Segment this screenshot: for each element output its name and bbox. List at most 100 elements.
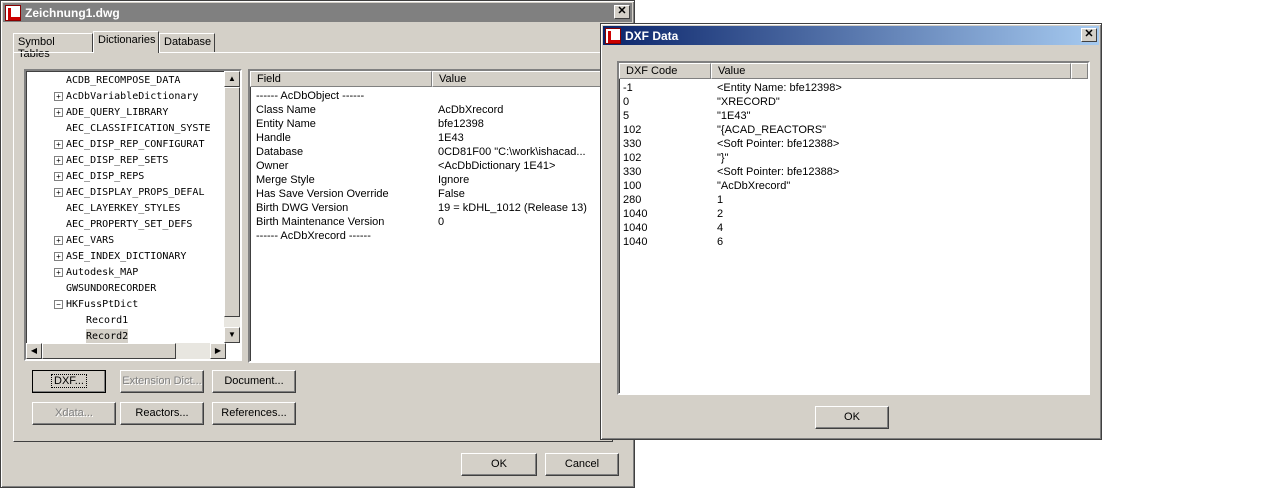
- scroll-left-arrow-icon[interactable]: ◀: [26, 343, 42, 359]
- tree-item[interactable]: AEC_VARS: [66, 233, 114, 249]
- tree-item[interactable]: AEC_DISP_REPS: [66, 169, 144, 185]
- scroll-right-arrow-icon[interactable]: ▶: [210, 343, 226, 359]
- value-cell[interactable]: <AcDbDictionary 1E41>: [438, 159, 555, 173]
- value-cell[interactable]: AcDbXrecord: [438, 103, 503, 117]
- field-column-header[interactable]: Field: [250, 71, 432, 87]
- dictionary-tree[interactable]: ACDB_RECOMPOSE_DATA + AcDbVariableDictiona…: [24, 69, 242, 361]
- dxf-code-cell[interactable]: 330: [623, 165, 641, 179]
- value-cell[interactable]: 0CD81F00 "C:\work\ishacad...: [438, 145, 586, 159]
- dxf-list[interactable]: DXF Code Value -1 <Entity Name: bfe12398>…: [617, 61, 1090, 395]
- dxf-titlebar[interactable]: DXF Data: [603, 26, 1099, 45]
- dxf-code-cell[interactable]: 100: [623, 179, 641, 193]
- dxf-code-cell[interactable]: 102: [623, 123, 641, 137]
- tab-dictionaries[interactable]: Dictionaries: [93, 31, 159, 53]
- expand-icon[interactable]: +: [54, 156, 63, 165]
- dxf-code-cell[interactable]: 330: [623, 137, 641, 151]
- expand-icon[interactable]: +: [54, 140, 63, 149]
- dxf-code-cell[interactable]: 280: [623, 193, 641, 207]
- tree-item[interactable]: Autodesk_MAP: [66, 265, 138, 281]
- reactors-button[interactable]: Reactors...: [120, 402, 204, 425]
- value-cell[interactable]: 19 = kDHL_1012 (Release 13): [438, 201, 587, 215]
- value-cell[interactable]: 0: [438, 215, 444, 229]
- scroll-up-arrow-icon[interactable]: ▲: [224, 71, 240, 87]
- field-cell[interactable]: ------ AcDbObject ------: [256, 89, 364, 103]
- dxf-code-cell[interactable]: -1: [623, 81, 633, 95]
- dxf-value-cell[interactable]: 2: [717, 207, 723, 221]
- references-button[interactable]: References...: [212, 402, 296, 425]
- xdata-button[interactable]: Xdata...: [32, 402, 116, 425]
- tree-item[interactable]: GWSUNDORECORDER: [66, 281, 156, 297]
- tree-item[interactable]: AEC_DISPLAY_PROPS_DEFAL: [66, 185, 204, 201]
- field-cell[interactable]: ------ AcDbXrecord ------: [256, 229, 371, 243]
- tree-item[interactable]: AEC_DISP_REP_CONFIGURAT: [66, 137, 204, 153]
- dxf-value-cell[interactable]: 1: [717, 193, 723, 207]
- collapse-icon[interactable]: −: [54, 300, 63, 309]
- dxf-value-cell[interactable]: "XRECORD": [717, 95, 780, 109]
- field-cell[interactable]: Handle: [256, 131, 291, 145]
- tab-symbol-tables[interactable]: Symbol Tables: [13, 33, 93, 60]
- dxf-value-cell[interactable]: "1E43": [717, 109, 751, 123]
- tree-item[interactable]: AEC_CLASSIFICATION_SYSTE: [66, 121, 211, 137]
- dxf-button[interactable]: DXF...: [32, 370, 106, 393]
- expand-icon[interactable]: +: [54, 108, 63, 117]
- tree-item[interactable]: AcDbVariableDictionary: [66, 89, 198, 105]
- dxf-code-column-header[interactable]: DXF Code: [619, 63, 711, 79]
- cancel-button[interactable]: Cancel: [545, 453, 619, 476]
- expand-icon[interactable]: +: [54, 252, 63, 261]
- tab-database[interactable]: Database: [159, 33, 215, 52]
- field-cell[interactable]: Birth Maintenance Version: [256, 215, 384, 229]
- field-cell[interactable]: Class Name: [256, 103, 316, 117]
- tree-horizontal-scrollbar[interactable]: ◀ ▶: [26, 343, 226, 359]
- field-value-list[interactable]: Field Value ------ AcDbObject ------ Clas…: [248, 69, 602, 363]
- field-cell[interactable]: Birth DWG Version: [256, 201, 348, 215]
- field-cell[interactable]: Database: [256, 145, 303, 159]
- value-cell[interactable]: Ignore: [438, 173, 469, 187]
- value-cell[interactable]: 1E43: [438, 131, 464, 145]
- tree-vertical-scrollbar[interactable]: ▲ ▼: [224, 71, 240, 343]
- expand-icon[interactable]: +: [54, 268, 63, 277]
- dxf-code-cell[interactable]: 1040: [623, 235, 647, 249]
- dxf-value-cell[interactable]: <Entity Name: bfe12398>: [717, 81, 842, 95]
- dxf-value-cell[interactable]: <Soft Pointer: bfe12388>: [717, 165, 839, 179]
- field-cell[interactable]: Entity Name: [256, 117, 316, 131]
- tree-item[interactable]: AEC_DISP_REP_SETS: [66, 153, 168, 169]
- dxf-code-cell[interactable]: 5: [623, 109, 629, 123]
- expand-icon[interactable]: +: [54, 172, 63, 181]
- tree-item[interactable]: HKFussPtDict: [66, 297, 138, 313]
- value-column-header[interactable]: Value: [432, 71, 600, 87]
- tree-item[interactable]: ASE_INDEX_DICTIONARY: [66, 249, 186, 265]
- field-cell[interactable]: Merge Style: [256, 173, 315, 187]
- tree-hscroll-thumb[interactable]: [42, 343, 176, 359]
- dxf-code-cell[interactable]: 0: [623, 95, 629, 109]
- expand-icon[interactable]: +: [54, 92, 63, 101]
- field-cell[interactable]: Has Save Version Override: [256, 187, 389, 201]
- main-titlebar[interactable]: Zeichnung1.dwg: [3, 3, 632, 22]
- dxf-code-cell[interactable]: 1040: [623, 207, 647, 221]
- dxf-value-cell[interactable]: "}": [717, 151, 728, 165]
- value-cell[interactable]: bfe12398: [438, 117, 484, 131]
- close-icon[interactable]: ✕: [1081, 28, 1097, 42]
- tree-item[interactable]: ADE_QUERY_LIBRARY: [66, 105, 168, 121]
- dxf-value-cell[interactable]: 4: [717, 221, 723, 235]
- dxf-ok-button[interactable]: OK: [815, 406, 889, 429]
- dxf-value-cell[interactable]: "{ACAD_REACTORS": [717, 123, 826, 137]
- ok-button[interactable]: OK: [461, 453, 537, 476]
- dxf-value-cell[interactable]: 6: [717, 235, 723, 249]
- document-button[interactable]: Document...: [212, 370, 296, 393]
- tree-item[interactable]: AEC_PROPERTY_SET_DEFS: [66, 217, 192, 233]
- tree-item[interactable]: AEC_LAYERKEY_STYLES: [66, 201, 180, 217]
- dxf-value-column-header[interactable]: Value: [711, 63, 1071, 79]
- dxf-value-cell[interactable]: "AcDbXrecord": [717, 179, 790, 193]
- scroll-down-arrow-icon[interactable]: ▼: [224, 327, 240, 343]
- value-cell[interactable]: False: [438, 187, 465, 201]
- dxf-value-cell[interactable]: <Soft Pointer: bfe12388>: [717, 137, 839, 151]
- dxf-code-cell[interactable]: 102: [623, 151, 641, 165]
- expand-icon[interactable]: +: [54, 188, 63, 197]
- expand-icon[interactable]: +: [54, 236, 63, 245]
- extension-dict-button[interactable]: Extension Dict...: [120, 370, 204, 393]
- tree-item[interactable]: Record1: [86, 313, 128, 329]
- dxf-code-cell[interactable]: 1040: [623, 221, 647, 235]
- close-icon[interactable]: ✕: [614, 5, 630, 19]
- field-cell[interactable]: Owner: [256, 159, 288, 173]
- tree-item[interactable]: ACDB_RECOMPOSE_DATA: [66, 73, 180, 89]
